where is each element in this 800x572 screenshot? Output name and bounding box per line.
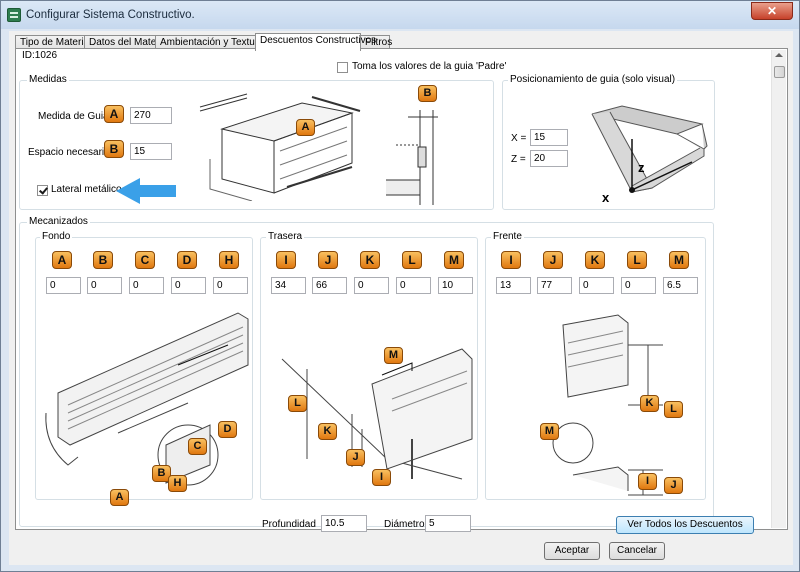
aceptar-button[interactable]: Aceptar bbox=[544, 542, 600, 560]
frente-illus-badge-j: J bbox=[664, 477, 683, 494]
trasera-illus-badge-i: I bbox=[372, 469, 391, 486]
illus-badge-a: A bbox=[296, 119, 315, 136]
fondo-badge-h: H bbox=[219, 251, 239, 269]
tab-panel: ID:1026 Toma los valores de la guia 'Pad… bbox=[15, 48, 788, 534]
espacio-label: Espacio necesario bbox=[28, 147, 110, 158]
parent-checkbox[interactable] bbox=[337, 62, 348, 73]
profundidad-label: Profundidad bbox=[262, 519, 316, 530]
x-label: X = bbox=[511, 133, 527, 144]
frente-illus-badge-k: K bbox=[640, 395, 659, 412]
diametro-label: Diámetro bbox=[384, 519, 425, 530]
axis-x-text: x bbox=[602, 190, 610, 205]
tab-descuentos[interactable]: Descuentos Constructivos bbox=[255, 33, 376, 51]
close-button[interactable]: ✕ bbox=[751, 2, 793, 20]
diametro-input[interactable]: 5 bbox=[425, 515, 471, 532]
fondo-badge-c: C bbox=[135, 251, 155, 269]
fondo-illustration: A B C D H bbox=[38, 305, 250, 506]
guia-label: Medida de Guia bbox=[38, 111, 109, 122]
fondo-title: Fondo bbox=[40, 231, 73, 242]
frente-illustration: K L M I J bbox=[488, 305, 703, 497]
trasera-badge-i: I bbox=[276, 251, 296, 269]
illus-badge-b: B bbox=[418, 85, 437, 102]
fondo-input-c[interactable]: 0 bbox=[129, 277, 164, 294]
cancelar-button[interactable]: Cancelar bbox=[609, 542, 665, 560]
guia-input[interactable]: 270 bbox=[130, 107, 172, 124]
frente-input-l[interactable]: 0 bbox=[621, 277, 656, 294]
medidas-title: Medidas bbox=[27, 74, 69, 85]
client-area: Tipo de Material Datos del Material Ambi… bbox=[9, 31, 793, 565]
trasera-input-k[interactable]: 0 bbox=[354, 277, 389, 294]
trasera-input-i[interactable]: 34 bbox=[271, 277, 306, 294]
trasera-illus-badge-j: J bbox=[346, 449, 365, 466]
frente-badge-l: L bbox=[627, 251, 647, 269]
drawer-illustration: A bbox=[192, 89, 362, 202]
espacio-input[interactable]: 15 bbox=[130, 143, 172, 160]
z-input[interactable]: 20 bbox=[530, 150, 568, 167]
frente-input-i[interactable]: 13 bbox=[496, 277, 531, 294]
fondo-illus-badge-a: A bbox=[110, 489, 129, 506]
frente-badge-m: M bbox=[669, 251, 689, 269]
guia-badge: A bbox=[104, 105, 124, 123]
mecanizados-title: Mecanizados bbox=[27, 216, 90, 227]
trasera-input-l[interactable]: 0 bbox=[396, 277, 431, 294]
fondo-input-a[interactable]: 0 bbox=[46, 277, 81, 294]
scroll-up-icon[interactable] bbox=[775, 53, 783, 57]
dialog-window: Configurar Sistema Constructivo. ✕ Tipo … bbox=[0, 0, 800, 572]
trasera-badge-l: L bbox=[402, 251, 422, 269]
trasera-illus-badge-k: K bbox=[318, 423, 337, 440]
fondo-badge-b: B bbox=[93, 251, 113, 269]
trasera-badge-m: M bbox=[444, 251, 464, 269]
lateral-metalico-checkbox[interactable] bbox=[37, 185, 48, 196]
trasera-illustration: M L K J I bbox=[262, 319, 476, 497]
espacio-badge: B bbox=[104, 140, 124, 158]
frente-badge-j: J bbox=[543, 251, 563, 269]
profundidad-input[interactable]: 10.5 bbox=[321, 515, 367, 532]
fondo-illus-badge-d: D bbox=[218, 421, 237, 438]
z-label: Z = bbox=[511, 154, 526, 165]
app-icon bbox=[7, 8, 21, 22]
position-illustration: z x bbox=[591, 105, 708, 205]
fondo-illus-badge-h: H bbox=[168, 475, 187, 492]
x-input[interactable]: 15 bbox=[530, 129, 568, 146]
trasera-title: Trasera bbox=[266, 231, 305, 242]
fondo-input-d[interactable]: 0 bbox=[171, 277, 206, 294]
trasera-input-j[interactable]: 66 bbox=[312, 277, 347, 294]
trasera-badge-j: J bbox=[318, 251, 338, 269]
frente-input-k[interactable]: 0 bbox=[579, 277, 614, 294]
frente-illus-badge-l: L bbox=[664, 401, 683, 418]
fondo-illus-badge-c: C bbox=[188, 438, 207, 455]
trasera-illus-badge-l: L bbox=[288, 395, 307, 412]
frente-title: Frente bbox=[491, 231, 524, 242]
ver-todos-button[interactable]: Ver Todos los Descuentos bbox=[616, 516, 754, 534]
fondo-input-h[interactable]: 0 bbox=[213, 277, 248, 294]
scroll-thumb[interactable] bbox=[774, 66, 785, 78]
fondo-input-b[interactable]: 0 bbox=[87, 277, 122, 294]
frente-illus-badge-i: I bbox=[638, 473, 657, 490]
pointer-arrow-icon bbox=[116, 178, 176, 204]
window-title: Configurar Sistema Constructivo. bbox=[26, 9, 195, 21]
lateral-metalico-label: Lateral metálico bbox=[51, 184, 122, 195]
frente-badge-k: K bbox=[585, 251, 605, 269]
frente-input-m[interactable]: 6.5 bbox=[663, 277, 698, 294]
frente-input-j[interactable]: 77 bbox=[537, 277, 572, 294]
guide-section-illustration: B bbox=[378, 85, 448, 205]
posicionamiento-title: Posicionamiento de guia (solo visual) bbox=[508, 74, 678, 85]
fondo-badge-a: A bbox=[52, 251, 72, 269]
axis-z-text: z bbox=[638, 160, 645, 175]
id-label: ID:1026 bbox=[22, 50, 58, 61]
parent-checkbox-label: Toma los valores de la guia 'Padre' bbox=[352, 61, 507, 72]
vertical-scrollbar[interactable] bbox=[771, 50, 786, 528]
trasera-badge-k: K bbox=[360, 251, 380, 269]
title-bar[interactable]: Configurar Sistema Constructivo. ✕ bbox=[1, 1, 799, 29]
trasera-illus-badge-m: M bbox=[384, 347, 403, 364]
frente-badge-i: I bbox=[501, 251, 521, 269]
trasera-input-m[interactable]: 10 bbox=[438, 277, 473, 294]
fondo-badge-d: D bbox=[177, 251, 197, 269]
frente-illus-badge-m: M bbox=[540, 423, 559, 440]
